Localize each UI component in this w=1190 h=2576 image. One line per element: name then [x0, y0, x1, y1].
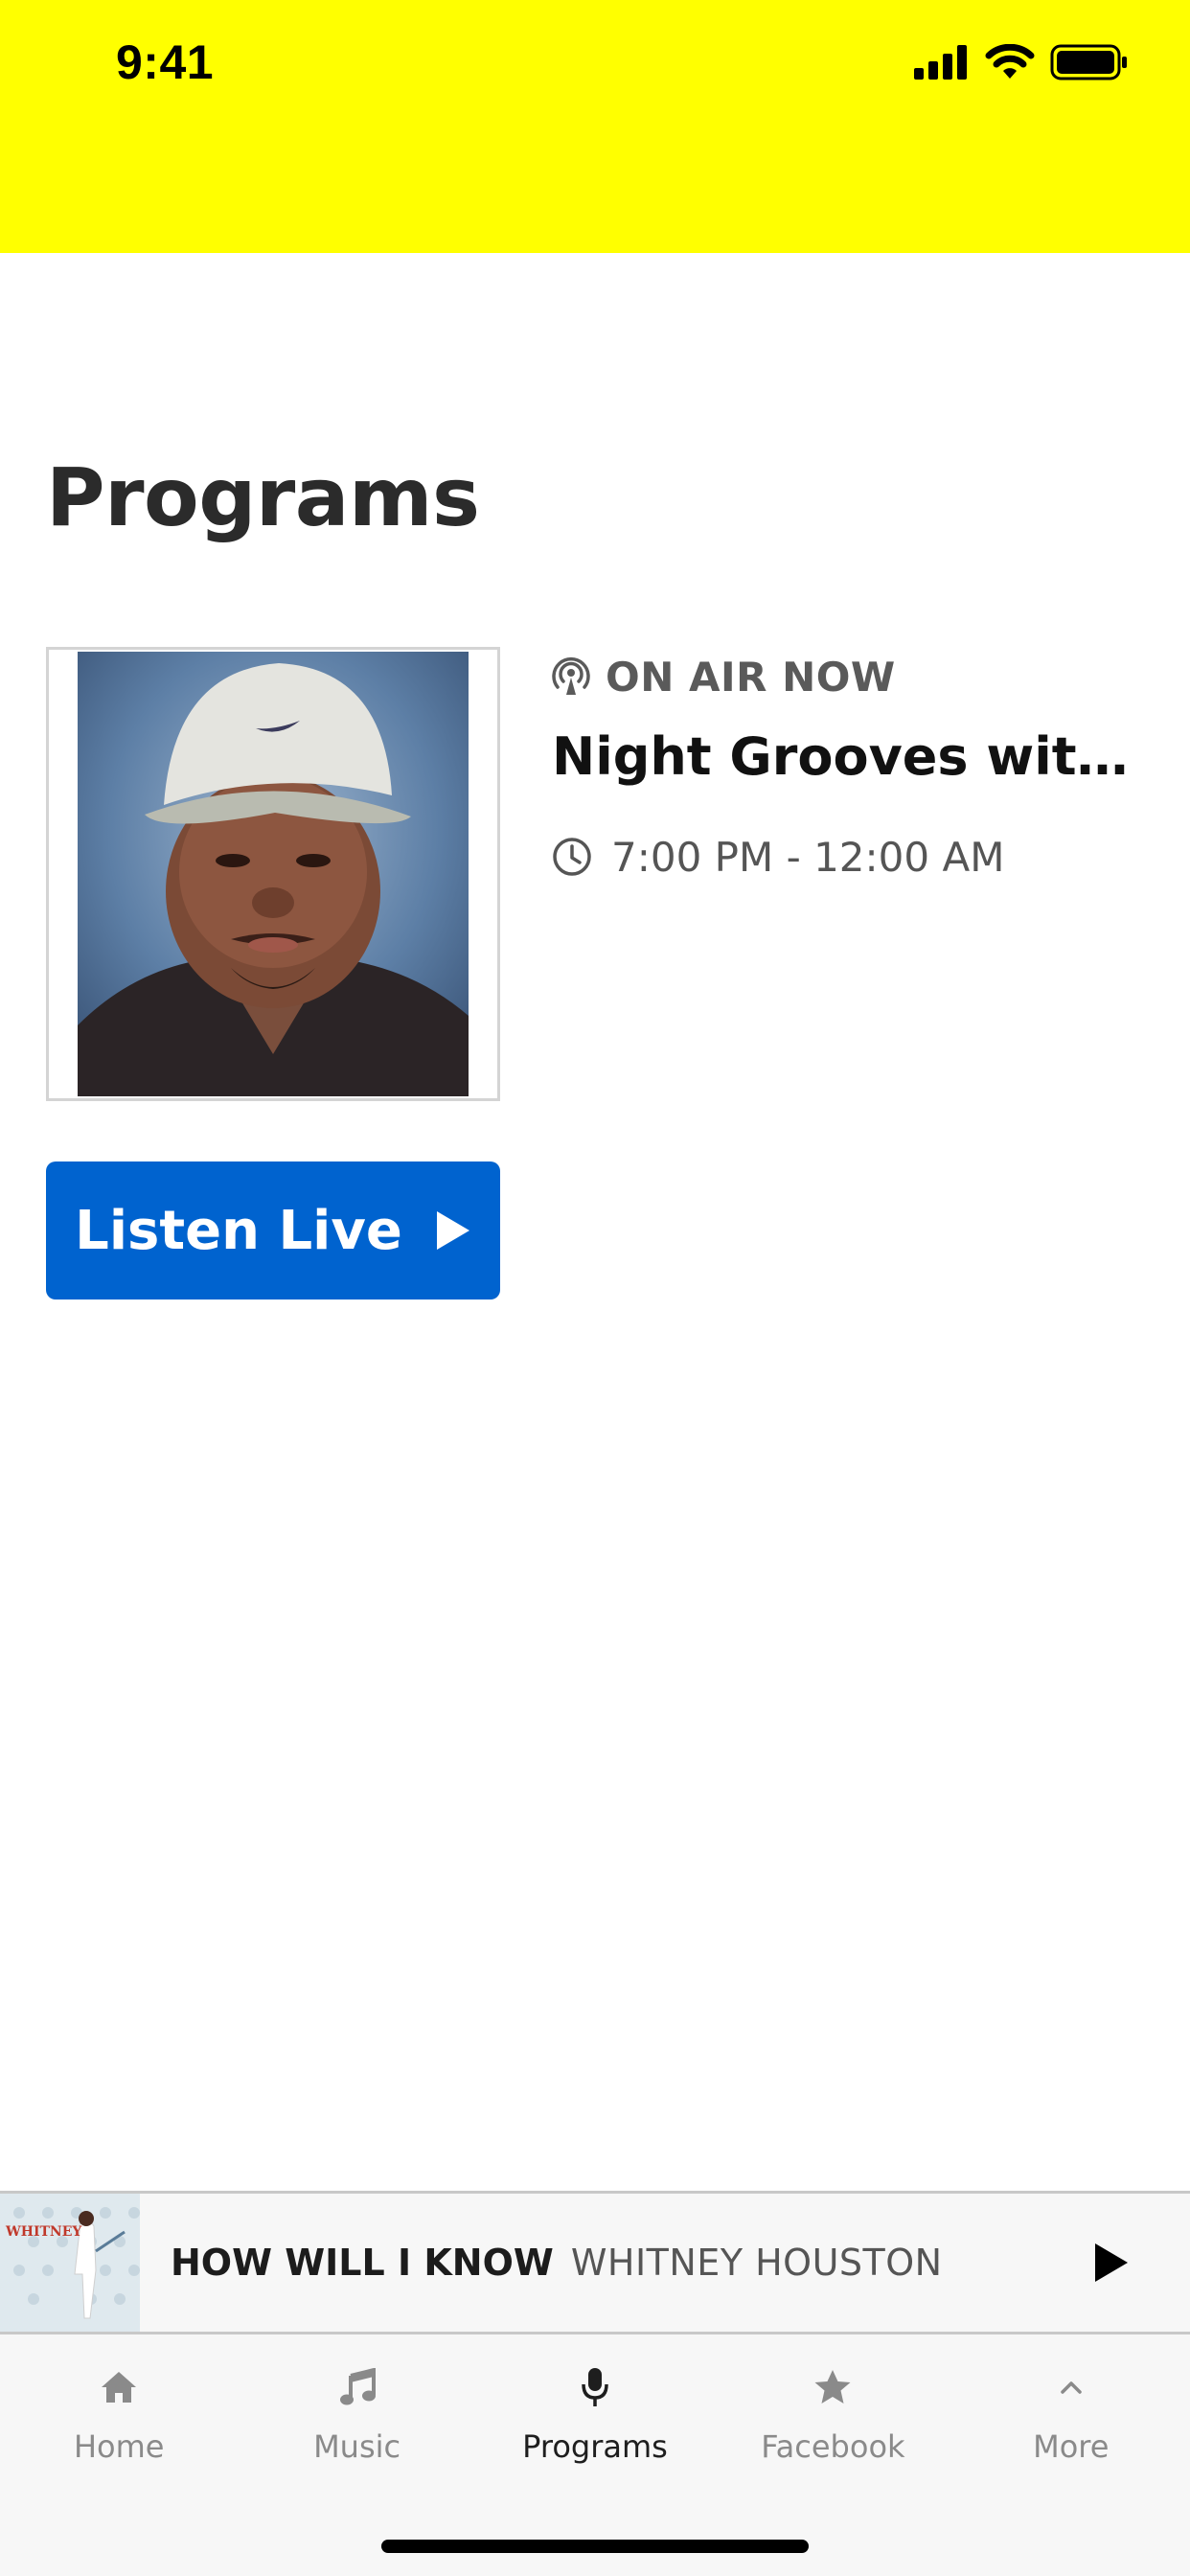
star-icon — [814, 2370, 851, 2404]
program-time: 7:00 PM - 12:00 AM — [552, 830, 1004, 884]
track-info: HOW WILL I KNOW WHITNEY HOUSTON — [171, 2194, 943, 2332]
tab-more[interactable]: More — [952, 2334, 1190, 2478]
status-time: 9:41 — [116, 35, 215, 89]
tab-facebook[interactable]: Facebook — [714, 2334, 951, 2478]
on-air-status: ON AIR NOW — [552, 650, 896, 703]
program-name[interactable]: Night Grooves with K... — [552, 726, 1156, 787]
tab-home[interactable]: Home — [0, 2334, 238, 2478]
play-icon — [1095, 2243, 1128, 2282]
home-icon — [102, 2372, 137, 2403]
home-indicator[interactable] — [381, 2540, 809, 2553]
listen-live-label: Listen Live — [75, 1199, 402, 1262]
now-playing-play-button[interactable] — [1083, 2234, 1140, 2291]
tab-label: Music — [313, 2428, 401, 2465]
cellular-signal-icon — [914, 45, 967, 80]
album-art: WHITNEY — [0, 2194, 140, 2332]
tab-label: Facebook — [761, 2428, 905, 2465]
battery-icon — [1050, 44, 1127, 80]
program-time-label: 7:00 PM - 12:00 AM — [611, 833, 1005, 881]
header-bar: 9:41 — [0, 0, 1190, 253]
track-artist: WHITNEY HOUSTON — [570, 2242, 943, 2284]
broadcast-icon — [552, 657, 590, 695]
program-image[interactable] — [46, 647, 500, 1101]
play-icon — [436, 1211, 469, 1250]
music-note-icon — [339, 2368, 376, 2405]
album-art-text: WHITNEY — [5, 2224, 82, 2240]
programs-screen: 9:41 Programs ON AIR NOW Night Grooves w… — [0, 0, 1190, 2576]
on-air-label: ON AIR NOW — [606, 653, 896, 701]
tab-music[interactable]: Music — [238, 2334, 475, 2478]
wifi-icon — [985, 44, 1035, 79]
tab-label: More — [1033, 2428, 1110, 2465]
chevron-up-icon — [1061, 2381, 1082, 2394]
now-playing-bar[interactable]: WHITNEY HOW WILL I KNOW WHITNEY HOUSTON — [0, 2191, 1190, 2334]
tab-programs[interactable]: Programs — [476, 2334, 714, 2478]
page-title: Programs — [46, 450, 480, 544]
listen-live-button[interactable]: Listen Live — [46, 1162, 500, 1300]
tab-label: Home — [73, 2428, 165, 2465]
microphone-icon — [582, 2368, 608, 2406]
clock-icon — [553, 838, 591, 876]
host-photo — [78, 652, 469, 1096]
tab-label: Programs — [522, 2428, 668, 2465]
track-title: HOW WILL I KNOW — [171, 2242, 554, 2284]
status-icons — [914, 44, 1129, 80]
